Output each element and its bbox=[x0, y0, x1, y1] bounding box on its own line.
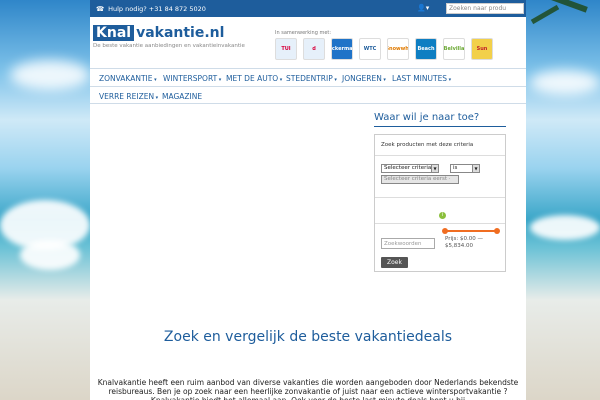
nav-divider bbox=[90, 86, 526, 87]
nav-item[interactable]: ZONVAKANTIE ▾ bbox=[99, 74, 157, 83]
chevron-down-icon: ▾ bbox=[154, 95, 159, 101]
user-menu-icon[interactable]: 👤▾ bbox=[417, 4, 429, 12]
operator-select-value: is bbox=[453, 165, 458, 171]
tagline: De beste vakantie aanbiedingen en vakant… bbox=[93, 43, 245, 49]
nav-item-label: MAGAZINE bbox=[162, 92, 203, 101]
price-slider-max-handle[interactable] bbox=[494, 228, 500, 234]
partner-logo[interactable]: Beach bbox=[415, 38, 437, 60]
nav-item[interactable]: LAST MINUTES ▾ bbox=[392, 74, 451, 83]
nav-item[interactable]: MAGAZINE bbox=[162, 92, 202, 101]
criteria-select-value: Selecteer criteria bbox=[384, 165, 432, 171]
logo-knal: Knal bbox=[93, 25, 135, 41]
nav-item[interactable]: JONGEREN ▾ bbox=[342, 74, 386, 83]
nav-item-label: WINTERSPORT bbox=[163, 74, 218, 83]
nav-item[interactable]: WINTERSPORT ▾ bbox=[163, 74, 221, 83]
nav-item[interactable]: VERRE REIZEN ▾ bbox=[99, 92, 158, 101]
partner-logo[interactable]: Snowwhi bbox=[387, 38, 409, 60]
filter-divider bbox=[375, 155, 505, 156]
nav-item[interactable]: MET DE AUTO ▾ bbox=[226, 74, 282, 83]
main-intro-text: Knalvakantie heeft een ruim aanbod van d… bbox=[97, 378, 519, 400]
price-range-label: Prijs: $0.00 — $5,834.00 bbox=[445, 236, 483, 249]
partners-label: In samenwerking met: bbox=[275, 30, 332, 36]
phone-icon: ☎ bbox=[96, 4, 105, 13]
sidebar-title-rule bbox=[374, 126, 506, 127]
main-nav: ZONVAKANTIE ▾ WINTERSPORT ▾ MET DE AUTO ▾ S… bbox=[90, 68, 526, 104]
chevron-down-icon: ▾ bbox=[447, 77, 452, 83]
partner-logo[interactable]: Belvilla bbox=[443, 38, 465, 60]
chevron-down-icon: ▾ bbox=[381, 77, 386, 83]
nav-item-label: ZONVAKANTIE bbox=[99, 74, 153, 83]
search-button[interactable]: Zoek bbox=[381, 257, 408, 268]
criteria-select[interactable]: Selecteer criteria ▼ bbox=[381, 164, 439, 173]
value-select[interactable]: Selecteer criteria eerst · bbox=[381, 175, 459, 184]
partner-logo[interactable]: Sun bbox=[471, 38, 493, 60]
partner-logo[interactable]: d bbox=[303, 38, 325, 60]
search-input[interactable]: Zoeken naar produ bbox=[446, 3, 524, 14]
chevron-down-icon: ▼ bbox=[472, 165, 479, 172]
filter-divider bbox=[375, 223, 505, 224]
logo[interactable]: Knal vakantie.nl bbox=[93, 25, 224, 41]
chevron-down-icon: ▾ bbox=[152, 77, 157, 83]
partner-logo[interactable]: Neckermann bbox=[331, 38, 353, 60]
nav-item[interactable]: STEDENTRIP ▾ bbox=[286, 74, 337, 83]
chevron-down-icon: ▼ bbox=[431, 165, 438, 172]
main-heading: Zoek en vergelijk de beste vakantiedeals bbox=[163, 329, 453, 345]
info-icon[interactable]: i bbox=[439, 212, 446, 219]
chevron-down-icon: ▾ bbox=[217, 77, 222, 83]
logo-domain: vakantie.nl bbox=[136, 25, 225, 41]
page-container: Knal vakantie.nl De beste vakantie aanbi… bbox=[90, 17, 526, 400]
filter-label: Zoek producten met deze criteria bbox=[381, 142, 474, 148]
price-slider-track[interactable] bbox=[445, 230, 497, 232]
filter-divider bbox=[375, 197, 505, 198]
price-slider-min-handle[interactable] bbox=[442, 228, 448, 234]
sidebar-title: Waar wil je naar toe? bbox=[374, 112, 480, 123]
operator-select[interactable]: is ▼ bbox=[450, 164, 480, 173]
nav-item-label: JONGEREN bbox=[342, 74, 382, 83]
product-filter: Zoek producten met deze criteria Selecte… bbox=[374, 134, 506, 272]
nav-item-label: VERRE REIZEN bbox=[99, 92, 155, 101]
keywords-input[interactable]: Zoekwoorden bbox=[381, 238, 435, 249]
top-bar: ☎ Hulp nodig? +31 84 872 5020 👤▾ Zoeken … bbox=[90, 0, 526, 17]
partner-logo[interactable]: TUI bbox=[275, 38, 297, 60]
nav-item-label: MET DE AUTO bbox=[226, 74, 279, 83]
help-phone[interactable]: ☎ Hulp nodig? +31 84 872 5020 bbox=[96, 5, 206, 13]
value-select-value: Selecteer criteria eerst · bbox=[384, 176, 451, 182]
partner-logo[interactable]: WTC bbox=[359, 38, 381, 60]
nav-item-label: STEDENTRIP bbox=[286, 74, 333, 83]
chevron-down-icon: ▾ bbox=[332, 77, 337, 83]
chevron-down-icon: ▾ bbox=[278, 77, 283, 83]
help-phone-text: Hulp nodig? +31 84 872 5020 bbox=[108, 4, 206, 13]
nav-item-label: LAST MINUTES bbox=[392, 74, 448, 83]
